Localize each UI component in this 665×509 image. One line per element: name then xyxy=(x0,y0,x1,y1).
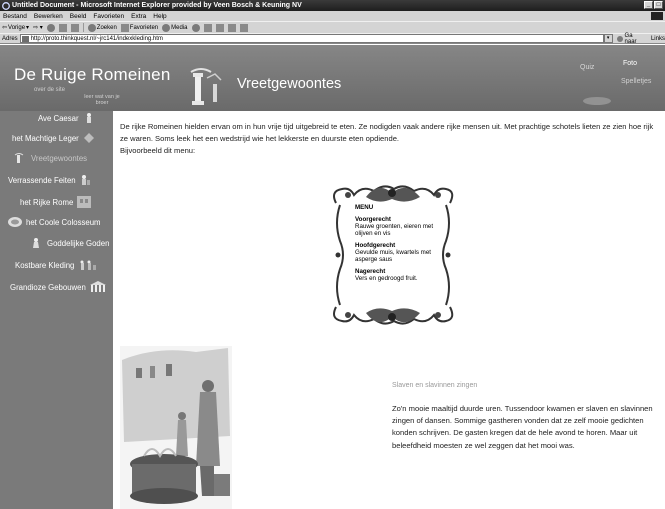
sidebar-item-label: het Machtige Leger xyxy=(12,133,79,143)
history-icon[interactable] xyxy=(191,23,200,32)
mail-icon[interactable] xyxy=(203,23,212,32)
shield-icon xyxy=(83,133,94,143)
sidebar-item-vreetgewoontes[interactable]: Vreetgewoontes xyxy=(14,152,87,164)
sidebar-item-ave-caesar[interactable]: Ave Caesar xyxy=(38,112,96,124)
menu-bewerken[interactable]: Bewerken xyxy=(34,13,63,20)
sidebar-item-label: Grandioze Gebouwen xyxy=(10,282,86,292)
home-icon[interactable] xyxy=(70,23,79,32)
slaves-paragraph: Zo'n mooie maaltijd duurde uren. Tussend… xyxy=(392,404,653,450)
slaves-heading: Slaven en slavinnen zingen xyxy=(392,382,478,389)
back-label: Vorige xyxy=(8,24,26,31)
statue-icon xyxy=(86,113,91,123)
address-value: http://proto.thinkquest.nl/~jrc141/index… xyxy=(30,35,163,42)
sidebar-item-goddelijke-goden[interactable]: Goddelijke Goden xyxy=(30,237,109,249)
favorites-button[interactable]: Favorieten xyxy=(120,23,158,32)
intro-lead: Bijvoorbeeld dit menu: xyxy=(120,146,196,155)
print-icon[interactable] xyxy=(215,23,224,32)
roman-kitchen-illustration xyxy=(120,346,232,509)
address-bar: Adres http://proto.thinkquest.nl/~jrc141… xyxy=(0,33,665,45)
menu-bestand[interactable]: Bestand xyxy=(3,13,27,20)
maximize-button[interactable]: □ xyxy=(654,1,663,9)
site-title[interactable]: De Ruige Romeinen xyxy=(14,65,170,85)
menu-extra[interactable]: Extra xyxy=(131,13,146,20)
temple-icon xyxy=(89,281,106,292)
sidebar-item-label: Verrassende Feiten xyxy=(8,175,76,185)
minimize-button[interactable]: _ xyxy=(644,1,653,9)
edit-icon[interactable] xyxy=(227,23,236,32)
menu-beeld[interactable]: Beeld xyxy=(70,13,87,20)
sidebar-item-kostbare-kleding[interactable]: Kostbare Kleding xyxy=(15,259,97,271)
address-input[interactable]: http://proto.thinkquest.nl/~jrc141/index… xyxy=(19,34,604,43)
forward-button[interactable]: ⇨ ▾ xyxy=(33,24,43,31)
god-icon xyxy=(33,238,39,248)
sidebar-item-label: Vreetgewoontes xyxy=(31,153,88,163)
spelletjes-link[interactable]: Spelletjes xyxy=(621,78,651,85)
search-button[interactable]: Zoeken xyxy=(87,23,117,32)
course-dish: Rauwe groenten, eieren met olijven en vi… xyxy=(355,223,434,237)
figure-icon xyxy=(81,175,90,185)
refresh-icon[interactable] xyxy=(58,23,67,32)
course-dish: Gevulde muis, kwartels met asperge saus xyxy=(355,249,431,263)
menu-title: MENU xyxy=(355,204,374,211)
menu-card: MENU Voorgerecht Rauwe groenten, eieren … xyxy=(355,204,445,282)
page-icon xyxy=(21,36,29,42)
foto-link[interactable]: Foto xyxy=(623,60,637,67)
menu-help[interactable]: Help xyxy=(153,13,166,20)
links-button[interactable]: Links xyxy=(651,36,665,42)
sidebar-item-verrassende-feiten[interactable]: Verrassende Feiten xyxy=(8,174,93,186)
clothing-icon xyxy=(80,260,97,270)
discuss-icon[interactable] xyxy=(239,23,248,32)
address-label: Adres xyxy=(2,35,18,42)
go-arrow-icon xyxy=(616,35,623,42)
sidebar-item-rijke-rome[interactable]: het Rijke Rome xyxy=(20,195,92,209)
favorites-icon xyxy=(120,23,129,32)
intro-paragraph: De rijke Romeinen hielden ervan om in hu… xyxy=(120,122,654,143)
sidebar-nav xyxy=(0,111,113,509)
building-icon xyxy=(77,196,92,208)
sidebar-item-grandioze-gebouwen[interactable]: Grandioze Gebouwen xyxy=(10,281,107,293)
colosseum-icon xyxy=(8,217,22,227)
decorative-splat-icon xyxy=(583,97,611,105)
sidebar-item-coole-colosseum[interactable]: het Coole Colosseum xyxy=(7,215,101,229)
standard-toolbar: ⇦ Vorige ▾ ⇨ ▾ Zoeken Favorieten Media xyxy=(0,21,665,33)
section-title: Vreetgewoontes xyxy=(237,76,342,92)
address-dropdown-button[interactable]: ▾ xyxy=(603,34,613,43)
course-name: Hoofdgerecht xyxy=(355,242,396,249)
ie-logo-icon xyxy=(2,1,10,10)
course-name: Voorgerecht xyxy=(355,216,391,223)
media-icon xyxy=(162,23,171,32)
sidebar-item-label: Ave Caesar xyxy=(38,113,79,123)
quiz-link[interactable]: Quiz xyxy=(580,64,594,71)
back-button[interactable]: ⇦ Vorige ▾ xyxy=(2,24,29,32)
sidebar-item-label: het Coole Colosseum xyxy=(26,217,101,227)
column-icon xyxy=(14,153,24,163)
menu-bar: Bestand Bewerken Beeld Favorieten Extra … xyxy=(0,11,665,21)
over-site-link[interactable]: over de site xyxy=(34,87,65,93)
roman-column-icon xyxy=(190,68,222,105)
course-dish: Vers en gedroogd fruit. xyxy=(355,275,418,282)
menu-favorieten[interactable]: Favorieten xyxy=(93,13,124,20)
media-button[interactable]: Media xyxy=(162,23,188,32)
window-titlebar: Untitled Document - Microsoft Internet E… xyxy=(0,0,665,11)
stop-icon[interactable] xyxy=(46,23,55,32)
window-title: Untitled Document - Microsoft Internet E… xyxy=(12,2,302,9)
course-name: Nagerecht xyxy=(355,268,386,275)
sidebar-item-label: het Rijke Rome xyxy=(20,197,74,207)
sidebar-item-machtige-leger[interactable]: het Machtige Leger xyxy=(12,132,96,144)
intro-text: De rijke Romeinen hielden ervan om in hu… xyxy=(120,121,660,157)
sidebar-item-label: Goddelijke Goden xyxy=(47,238,110,248)
sidebar-item-label: Kostbare Kleding xyxy=(15,260,75,270)
wat-leer-link[interactable]: leer wat van je broer xyxy=(82,94,122,106)
windows-logo-icon xyxy=(651,12,663,20)
search-icon xyxy=(87,23,96,32)
go-button[interactable]: Ga naar xyxy=(616,33,646,45)
